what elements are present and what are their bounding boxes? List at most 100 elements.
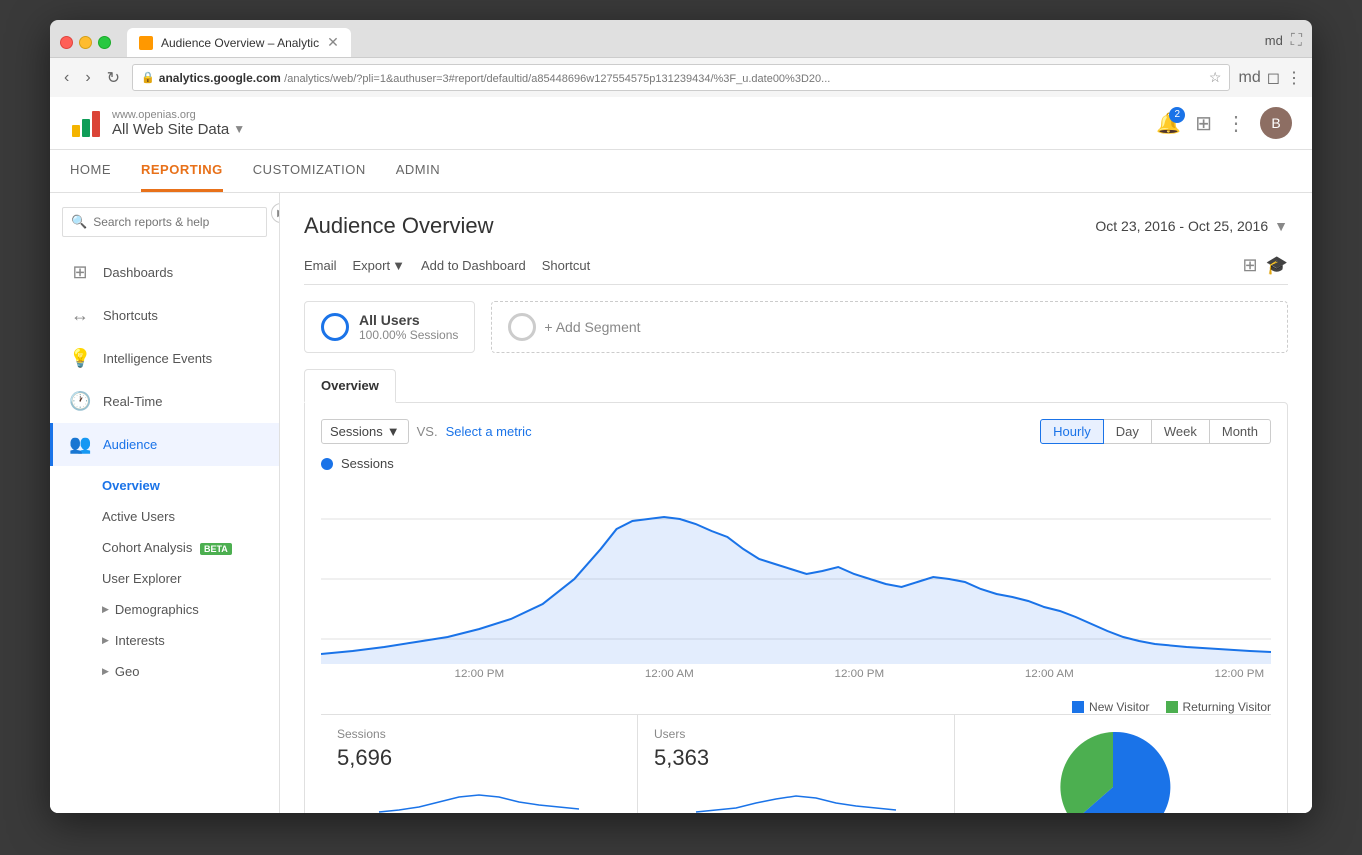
notifications-button[interactable]: 🔔 2 xyxy=(1156,111,1181,136)
maximize-button[interactable] xyxy=(98,36,111,49)
select-metric-link[interactable]: Select a metric xyxy=(446,424,532,439)
segment-bar: All Users 100.00% Sessions + Add Segment xyxy=(304,301,1288,353)
bookmark-icon[interactable]: ☆ xyxy=(1209,69,1222,86)
stat-users-chart xyxy=(654,777,938,813)
fullscreen-icon[interactable]: ⛶ xyxy=(1291,32,1302,50)
reload-button[interactable]: ↻ xyxy=(103,66,124,90)
new-visitor-legend: New Visitor xyxy=(1072,700,1149,714)
time-btn-month[interactable]: Month xyxy=(1210,419,1271,444)
window-controls[interactable] xyxy=(60,36,111,49)
sidebar-sub-item-overview[interactable]: Overview xyxy=(50,470,279,501)
metric-select: Sessions ▼ VS. Select a metric xyxy=(321,419,532,444)
export-button[interactable]: Export ▼ xyxy=(353,258,405,273)
url-path: /analytics/web/?pli=1&authuser=3#report/… xyxy=(284,73,830,85)
nav-item-customization[interactable]: CUSTOMIZATION xyxy=(253,150,366,192)
close-button[interactable] xyxy=(60,36,73,49)
chart-controls: Sessions ▼ VS. Select a metric Hourly Da… xyxy=(321,419,1271,444)
add-segment-circle xyxy=(508,313,536,341)
vs-text: VS. xyxy=(417,424,438,439)
sidebar-sub-item-user-explorer[interactable]: User Explorer xyxy=(50,563,279,594)
sidebar-sub-item-cohort-analysis[interactable]: Cohort Analysis BETA xyxy=(50,532,279,563)
more-options-button[interactable]: ⋮ xyxy=(1226,111,1246,136)
stat-pie-area xyxy=(955,715,1271,813)
sidebar-label-realtime: Real-Time xyxy=(103,394,162,409)
date-range-text: Oct 23, 2016 - Oct 25, 2016 xyxy=(1095,218,1268,234)
sidebar-collapse-button[interactable]: ▶ xyxy=(271,203,280,223)
segment-indicator xyxy=(321,313,349,341)
sidebar-item-dashboards[interactable]: ⊞ Dashboards xyxy=(50,251,279,294)
nav-item-home[interactable]: HOME xyxy=(70,150,111,192)
dashboards-icon: ⊞ xyxy=(69,262,91,283)
sidebar-sub-item-geo[interactable]: Geo xyxy=(50,656,279,687)
browser-titlebar: Audience Overview – Analytic ✕ md ⛶ xyxy=(50,20,1312,57)
returning-visitor-label: Returning Visitor xyxy=(1183,700,1272,714)
account-info: www.openias.org All Web Site Data ▼ xyxy=(112,109,245,138)
address-text: analytics.google.com /analytics/web/?pli… xyxy=(159,71,831,85)
tab-overview[interactable]: Overview xyxy=(304,369,396,403)
toolbar-view-icons: ⊞ 🎓 xyxy=(1242,255,1288,276)
svg-text:12:00 AM: 12:00 AM xyxy=(645,668,694,679)
returning-visitor-color xyxy=(1166,701,1178,713)
back-button[interactable]: ‹ xyxy=(60,67,73,89)
audience-sub-section: Overview Active Users Cohort Analysis BE… xyxy=(50,466,279,691)
audience-icon: 👥 xyxy=(69,434,91,455)
url-domain: analytics.google.com xyxy=(159,71,281,85)
menu-icon[interactable]: ⋮ xyxy=(1286,68,1302,88)
user-avatar[interactable]: B xyxy=(1260,107,1292,139)
ga-app: www.openias.org All Web Site Data ▼ 🔔 2 … xyxy=(50,97,1312,813)
all-users-segment[interactable]: All Users 100.00% Sessions xyxy=(304,301,475,353)
report-header: Audience Overview Oct 23, 2016 - Oct 25,… xyxy=(304,213,1288,239)
intelligence-icon: 💡 xyxy=(69,348,91,369)
time-btn-day[interactable]: Day xyxy=(1104,419,1152,444)
minimize-button[interactable] xyxy=(79,36,92,49)
ga-logo-area: www.openias.org All Web Site Data ▼ xyxy=(70,107,245,139)
extensions-icon[interactable]: md xyxy=(1238,69,1260,87)
add-segment-button[interactable]: + Add Segment xyxy=(491,301,1288,353)
apps-button[interactable]: ⊞ xyxy=(1195,111,1212,136)
metric-dropdown-arrow: ▼ xyxy=(387,424,400,439)
ga-header: www.openias.org All Web Site Data ▼ 🔔 2 … xyxy=(50,97,1312,150)
sidebar-item-audience[interactable]: 👥 Audience xyxy=(50,423,279,466)
segment-info: All Users 100.00% Sessions xyxy=(359,312,458,342)
tab-close-button[interactable]: ✕ xyxy=(327,34,339,51)
toolbar-right: md ◻ ⋮ xyxy=(1238,68,1302,88)
address-bar[interactable]: 🔒 analytics.google.com /analytics/web/?p… xyxy=(132,64,1230,91)
sessions-chart: 400 200 12:00 PM 12:00 AM 12:00 PM 12:00… xyxy=(321,479,1271,679)
chart-svg-container: 400 200 12:00 PM 12:00 AM 12:00 PM 12:00… xyxy=(321,479,1271,682)
sidebar-label-shortcuts: Shortcuts xyxy=(103,308,158,323)
metric-dropdown[interactable]: Sessions ▼ xyxy=(321,419,409,444)
visitors-legend: New Visitor Returning Visitor xyxy=(1072,700,1271,714)
sidebar-item-realtime[interactable]: 🕐 Real-Time xyxy=(50,380,279,423)
shortcut-button[interactable]: Shortcut xyxy=(542,258,590,273)
browser-icon[interactable]: ◻ xyxy=(1267,68,1280,88)
account-name[interactable]: All Web Site Data ▼ xyxy=(112,121,245,138)
browser-tab[interactable]: Audience Overview – Analytic ✕ xyxy=(127,28,351,57)
sidebar-sub-item-demographics[interactable]: Demographics xyxy=(50,594,279,625)
forward-button[interactable]: › xyxy=(81,67,94,89)
visitors-pie-chart xyxy=(1053,727,1173,813)
email-button[interactable]: Email xyxy=(304,258,337,273)
svg-text:12:00 PM: 12:00 PM xyxy=(1215,668,1265,679)
time-btn-hourly[interactable]: Hourly xyxy=(1040,419,1104,444)
stat-users: Users 5,363 xyxy=(638,715,955,813)
beta-badge: BETA xyxy=(200,543,232,555)
grid-view-icon[interactable]: ⊞ xyxy=(1242,255,1257,276)
search-input[interactable] xyxy=(93,215,258,229)
sidebar-sub-item-active-users[interactable]: Active Users xyxy=(50,501,279,532)
graduation-icon[interactable]: 🎓 xyxy=(1266,255,1288,276)
account-dropdown-arrow[interactable]: ▼ xyxy=(233,122,245,136)
ga-logo xyxy=(70,107,102,139)
realtime-icon: 🕐 xyxy=(69,391,91,412)
sidebar-item-shortcuts[interactable]: ↔ Shortcuts xyxy=(50,294,279,337)
date-range-picker[interactable]: Oct 23, 2016 - Oct 25, 2016 ▼ xyxy=(1095,218,1288,234)
sidebar-sub-item-interests[interactable]: Interests xyxy=(50,625,279,656)
segment-sub: 100.00% Sessions xyxy=(359,328,458,342)
nav-item-admin[interactable]: ADMIN xyxy=(396,150,440,192)
sidebar-item-intelligence[interactable]: 💡 Intelligence Events xyxy=(50,337,279,380)
sidebar-label-intelligence: Intelligence Events xyxy=(103,351,212,366)
nav-item-reporting[interactable]: REPORTING xyxy=(141,150,223,192)
stat-users-value: 5,363 xyxy=(654,745,938,771)
add-dashboard-button[interactable]: Add to Dashboard xyxy=(421,258,526,273)
svg-text:12:00 PM: 12:00 PM xyxy=(835,668,885,679)
time-btn-week[interactable]: Week xyxy=(1152,419,1210,444)
